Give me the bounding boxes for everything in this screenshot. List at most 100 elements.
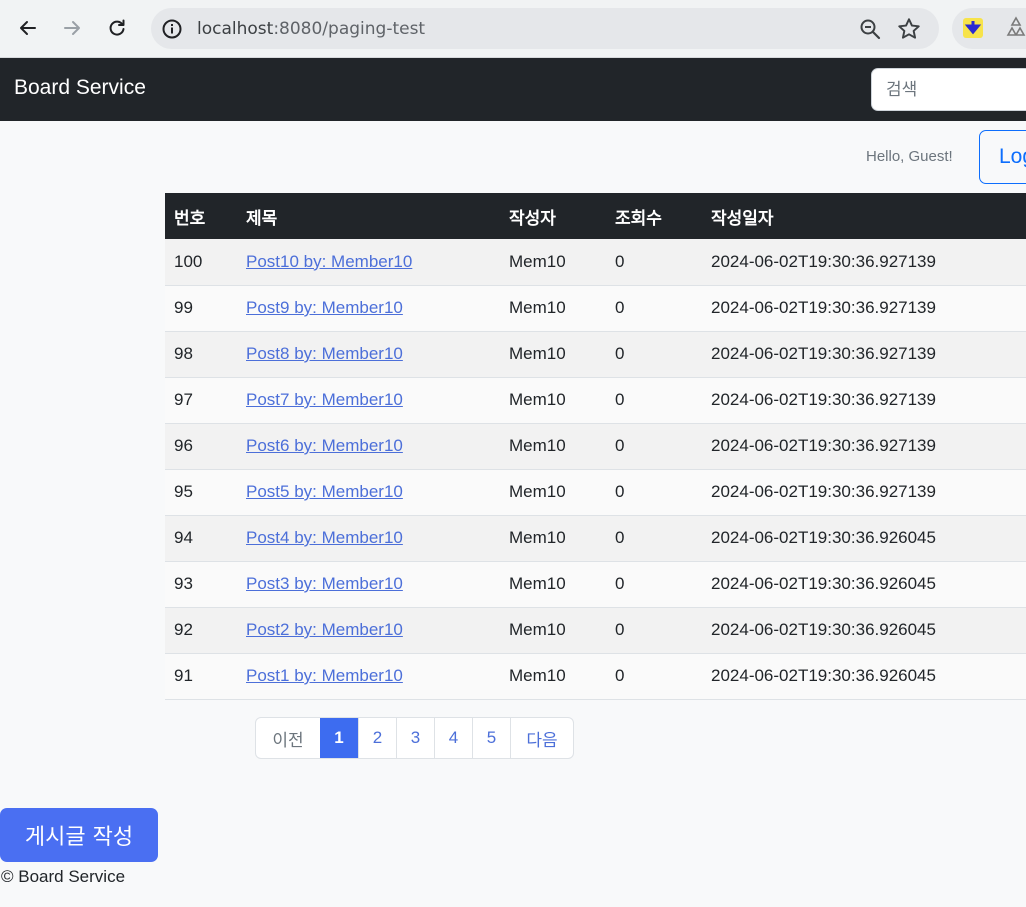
cell-number: 100 xyxy=(174,251,203,271)
cell-views: 0 xyxy=(615,482,625,501)
page-button-4[interactable]: 4 xyxy=(434,718,472,758)
cell-views: 0 xyxy=(615,574,625,593)
cell-date: 2024-06-02T19:30:36.927139 xyxy=(711,482,936,501)
page-button-5[interactable]: 5 xyxy=(472,718,510,758)
cell-title: Post2 by: Member10 xyxy=(237,607,500,653)
cell-date: 2024-06-02T19:30:36.927139 xyxy=(711,298,936,317)
arrow-right-icon xyxy=(64,21,80,35)
cell-date: 2024-06-02T19:30:36.927139 xyxy=(711,344,936,363)
forward-button[interactable] xyxy=(55,11,89,45)
browser-chrome: localhost:8080/paging-test xyxy=(0,0,1026,58)
cell-author: Mem10 xyxy=(509,251,566,271)
login-button[interactable]: Login xyxy=(979,130,1026,184)
cell-title: Post9 by: Member10 xyxy=(237,285,500,331)
zoom-icon[interactable] xyxy=(858,17,882,41)
post-link[interactable]: Post10 by: Member10 xyxy=(246,252,412,271)
header-date: 작성일자 xyxy=(711,208,774,229)
post-link[interactable]: Post1 by: Member10 xyxy=(246,666,403,685)
recycle-extension-icon[interactable] xyxy=(1004,15,1026,41)
address-bar[interactable]: localhost:8080/paging-test xyxy=(151,8,939,49)
url-text: localhost:8080/paging-test xyxy=(197,19,425,39)
cell-title: Post1 by: Member10 xyxy=(237,653,500,699)
cell-title: Post8 by: Member10 xyxy=(237,331,500,377)
table-row: 92 Post2 by: Member10 Mem10 0 2024-06-02… xyxy=(165,607,1026,653)
info-icon[interactable] xyxy=(161,18,183,40)
page-button-3[interactable]: 3 xyxy=(396,718,434,758)
cell-date: 2024-06-02T19:30:36.927139 xyxy=(711,251,936,271)
page-button-1[interactable]: 1 xyxy=(320,718,358,758)
table-row: 94 Post4 by: Member10 Mem10 0 2024-06-02… xyxy=(165,515,1026,561)
cell-views: 0 xyxy=(615,251,625,271)
download-extension-icon[interactable] xyxy=(962,17,984,39)
table-row: 99 Post9 by: Member10 Mem10 0 2024-06-02… xyxy=(165,285,1026,331)
cell-author: Mem10 xyxy=(509,482,566,501)
pagination: 이전 1 2 3 4 5 다음 xyxy=(255,717,574,759)
cell-views: 0 xyxy=(615,620,625,639)
header-views: 조회수 xyxy=(615,208,662,229)
prev-page-button[interactable]: 이전 xyxy=(256,718,320,758)
post-link[interactable]: Post7 by: Member10 xyxy=(246,390,403,409)
table-row: 100 Post10 by: Member10 Mem10 0 2024-06-… xyxy=(165,239,1026,285)
cell-number: 93 xyxy=(174,574,193,593)
url-host: localhost xyxy=(197,19,274,39)
url-path: :8080/paging-test xyxy=(273,19,426,39)
cell-author: Mem10 xyxy=(509,666,566,685)
table-row: 95 Post5 by: Member10 Mem10 0 2024-06-02… xyxy=(165,469,1026,515)
cell-author: Mem10 xyxy=(509,528,566,547)
header-title: 제목 xyxy=(246,208,278,229)
cell-author: Mem10 xyxy=(509,620,566,639)
post-link[interactable]: Post3 by: Member10 xyxy=(246,574,403,593)
cell-author: Mem10 xyxy=(509,344,566,363)
post-link[interactable]: Post4 by: Member10 xyxy=(246,528,403,547)
table-header-row: 번호 제목 작성자 조회수 작성일자 xyxy=(165,193,1026,239)
table-row: 96 Post6 by: Member10 Mem10 0 2024-06-02… xyxy=(165,423,1026,469)
header-number: 번호 xyxy=(174,208,206,229)
cell-views: 0 xyxy=(615,390,625,409)
cell-views: 0 xyxy=(615,666,625,685)
search-input[interactable] xyxy=(871,68,1026,111)
cell-author: Mem10 xyxy=(509,298,566,317)
cell-author: Mem10 xyxy=(509,574,566,593)
cell-date: 2024-06-02T19:30:36.927139 xyxy=(711,436,936,455)
cell-number: 96 xyxy=(174,436,193,455)
table-row: 98 Post8 by: Member10 Mem10 0 2024-06-02… xyxy=(165,331,1026,377)
header-author: 작성자 xyxy=(509,208,556,229)
table-row: 93 Post3 by: Member10 Mem10 0 2024-06-02… xyxy=(165,561,1026,607)
board-table: 번호 제목 작성자 조회수 작성일자 100 Post10 by: Member… xyxy=(165,193,1026,700)
cell-views: 0 xyxy=(615,528,625,547)
table-row: 97 Post7 by: Member10 Mem10 0 2024-06-02… xyxy=(165,377,1026,423)
post-link[interactable]: Post9 by: Member10 xyxy=(246,298,403,317)
cell-views: 0 xyxy=(615,344,625,363)
write-post-button[interactable]: 게시글 작성 xyxy=(0,808,158,862)
arrow-left-icon xyxy=(20,21,36,35)
post-link[interactable]: Post5 by: Member10 xyxy=(246,482,403,501)
cell-date: 2024-06-02T19:30:36.926045 xyxy=(711,574,936,593)
cell-views: 0 xyxy=(615,436,625,455)
reload-button[interactable] xyxy=(100,11,134,45)
cell-title: Post7 by: Member10 xyxy=(237,377,500,423)
cell-date: 2024-06-02T19:30:36.926045 xyxy=(711,666,936,685)
table-row: 91 Post1 by: Member10 Mem10 0 2024-06-02… xyxy=(165,653,1026,699)
back-button[interactable] xyxy=(11,11,45,45)
brand-logo[interactable]: Board Service xyxy=(14,76,146,100)
page-button-2[interactable]: 2 xyxy=(358,718,396,758)
bookmark-star-icon[interactable] xyxy=(896,16,922,42)
cell-title: Post4 by: Member10 xyxy=(237,515,500,561)
post-link[interactable]: Post8 by: Member10 xyxy=(246,344,403,363)
cell-number: 99 xyxy=(174,298,193,317)
cell-number: 92 xyxy=(174,620,193,639)
cell-views: 0 xyxy=(615,298,625,317)
post-link[interactable]: Post2 by: Member10 xyxy=(246,620,403,639)
next-page-button[interactable]: 다음 xyxy=(510,718,573,758)
cell-number: 97 xyxy=(174,390,193,409)
post-link[interactable]: Post6 by: Member10 xyxy=(246,436,403,455)
cell-number: 94 xyxy=(174,528,193,547)
cell-author: Mem10 xyxy=(509,436,566,455)
footer-text: © Board Service xyxy=(1,867,126,886)
cell-date: 2024-06-02T19:30:36.926045 xyxy=(711,528,936,547)
app-navbar: Board Service xyxy=(0,58,1026,121)
cell-author: Mem10 xyxy=(509,390,566,409)
cell-number: 98 xyxy=(174,344,193,363)
cell-title: Post3 by: Member10 xyxy=(237,561,500,607)
cell-number: 91 xyxy=(174,666,193,685)
